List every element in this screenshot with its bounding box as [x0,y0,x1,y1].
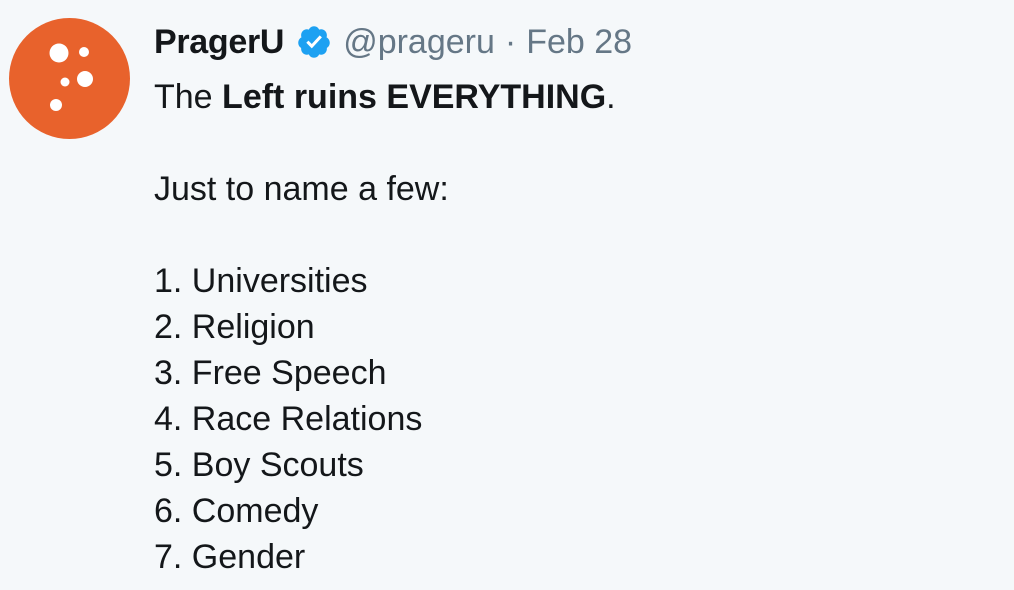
headline-bold: Left ruins EVERYTHING [222,78,607,116]
headline-prefix: The [154,78,223,116]
list-item: 7. Gender [154,538,306,576]
tweet-headline: The Left ruins EVERYTHING. [154,74,1004,120]
tweet-list: 1. Universities 2. Religion 3. Free Spee… [154,258,1004,580]
tweet-content: PragerU @prageru · Feb 28 The Left ruins… [154,20,1004,580]
tweet-date[interactable]: Feb 28 [526,23,632,62]
user-handle[interactable]: @prageru [343,23,495,62]
display-name[interactable]: PragerU [154,23,284,62]
tweet-header: PragerU @prageru · Feb 28 [154,20,1004,64]
list-item: 5. Boy Scouts [154,446,364,484]
list-item: 3. Free Speech [154,354,387,392]
separator-dot: · [504,22,517,61]
list-item: 1. Universities [154,262,368,300]
verified-badge-icon [296,24,332,60]
headline-suffix: . [606,78,616,116]
tweet-intro: Just to name a few: [154,170,449,208]
list-item: 4. Race Relations [154,400,423,438]
list-item: 2. Religion [154,308,315,346]
avatar[interactable] [9,18,130,139]
prageru-logo-icon [9,18,130,139]
tweet-text: The Left ruins EVERYTHING. Just to name … [154,74,1004,580]
list-item: 6. Comedy [154,492,319,530]
